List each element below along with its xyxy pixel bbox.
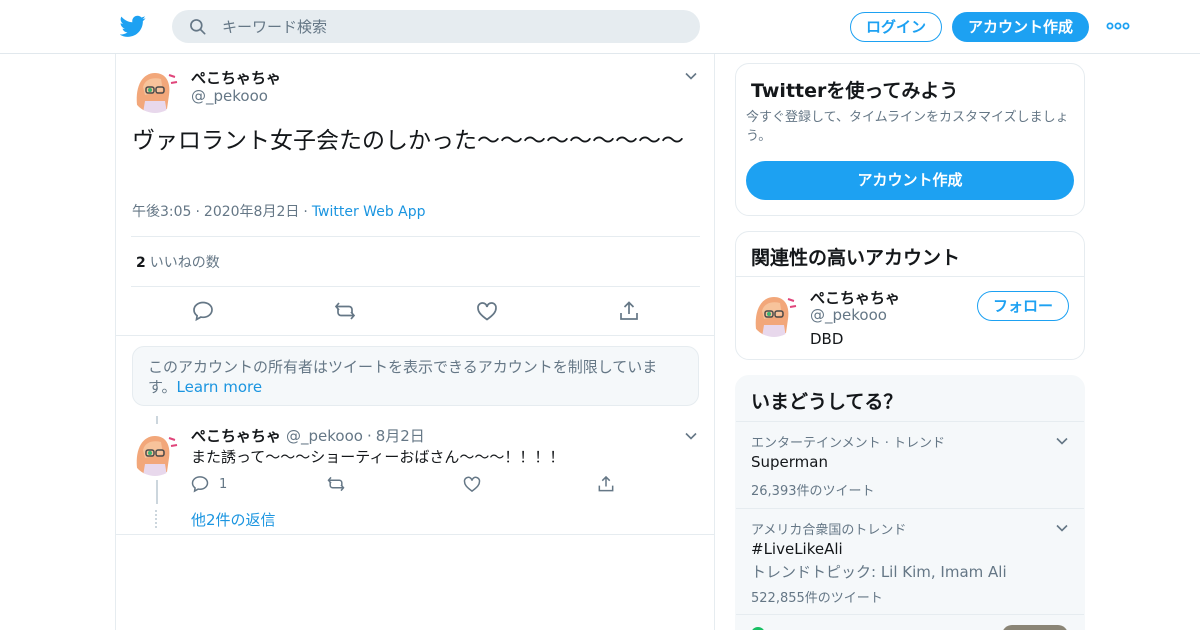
trend-count: 26,393件のツイート [751,484,875,499]
search-icon [190,19,206,35]
protected-account-notice: このアカウントの所有者はツイートを表示できるアカウントを制限しています。Lear… [132,346,699,406]
trend-name: #LiveLikeAli [751,540,843,558]
divider [116,335,714,336]
heart-icon[interactable] [462,474,482,494]
reply-icon[interactable] [190,474,210,494]
signup-card-subtitle: 今すぐ登録して、タイムラインをカスタマイズしましょう。 [746,110,1069,144]
likes-summary[interactable]: 2 いいねの数 [136,252,220,272]
reply-author-handle[interactable]: @_pekooo [286,427,363,445]
trend-description: トレンドトピック: Lil Kim, Imam Ali [751,563,1007,581]
avatar-illustration-icon [750,289,798,337]
main-column: ぺこちゃちゃ @_pekooo ヴァロラント女子会たのしかった～～～～～～～～～… [115,54,715,630]
avatar-illustration-icon [131,428,179,476]
follow-button[interactable]: フォロー [977,291,1069,321]
trend-thumbnail[interactable] [1002,625,1068,630]
related-account-name[interactable]: ぺこちゃちゃ [810,287,900,308]
tweet-source-link[interactable]: Twitter Web App [312,204,426,220]
search-box[interactable] [172,10,700,43]
share-icon[interactable] [617,299,641,323]
reply-avatar[interactable] [131,428,179,476]
reply-author-meta: @_pekooo · 8月2日 [286,427,425,445]
related-card-title: 関連性の高いアカウント [751,247,961,269]
trend-item[interactable]: エンターテインメント · トレンド Superman 26,393件のツイート [736,421,1084,508]
related-account-handle[interactable]: @_pekooo [810,306,887,324]
trend-count: 522,855件のツイート [751,591,883,606]
search-input[interactable] [222,10,682,43]
avatar[interactable] [131,65,179,113]
signup-button[interactable]: アカウント作成 [952,12,1089,42]
tweet-author-handle[interactable]: @_pekooo [191,87,268,105]
retweet-icon[interactable] [333,299,357,323]
trend-context: アメリカ合衆国のトレンド [751,523,907,538]
heart-icon[interactable] [475,299,499,323]
thread-line [156,480,158,504]
tweet-author-name[interactable]: ぺこちゃちゃ [191,67,281,88]
like-count: 2 [136,255,146,271]
related-avatar[interactable] [750,289,798,337]
divider [131,236,700,237]
reply-author-name[interactable]: ぺこちゃちゃ [191,425,281,446]
chevron-down-icon[interactable] [683,428,699,444]
tweet-time[interactable]: 午後3:05 [132,204,191,220]
divider [131,286,700,287]
divider [736,276,1084,277]
chevron-down-icon[interactable] [1054,433,1070,449]
reply-count: 1 [219,477,228,492]
thread-line [156,416,158,424]
signup-card-button[interactable]: アカウント作成 [746,161,1074,200]
chevron-down-icon[interactable] [683,68,699,84]
trend-name: Superman [751,453,828,471]
trend-item[interactable]: アメリカ合衆国のトレンド #LiveLikeAli トレンドトピック: Lil … [736,508,1084,614]
avatar-illustration-icon [131,65,179,113]
related-account-bio: DBD [810,330,844,348]
learn-more-link[interactable]: Learn more [177,378,263,396]
related-accounts-card: 関連性の高いアカウント ぺこちゃちゃ @_pekooo DBD フォロー [735,231,1085,360]
reply-text: また誘って〜〜〜ショーティーおばさん〜〜〜！！！！ [191,448,565,466]
retweet-icon[interactable] [326,474,346,494]
tweet-date[interactable]: 2020年8月2日 [204,204,299,220]
signup-card-title: Twitterを使ってみよう [751,80,959,102]
like-label: いいねの数 [149,255,220,271]
more-options-icon[interactable] [1106,18,1130,34]
login-button[interactable]: ログイン [850,12,942,42]
top-header: ログイン アカウント作成 [0,0,1200,54]
tweet-meta: 午後3:05 · 2020年8月2日 · Twitter Web App [132,204,426,220]
tweet-text: ヴァロラント女子会たのしかった～～～～～～～～～ [132,128,684,154]
share-icon[interactable] [596,474,616,494]
divider [116,534,714,535]
reply-date[interactable]: 8月2日 [376,427,425,445]
more-replies-link[interactable]: 他2件の返信 [191,509,276,530]
trends-card: いまどうしてる？ エンターテインメント · トレンド Superman 26,3… [735,375,1085,630]
thread-dots [155,510,159,528]
trend-item-partial[interactable] [736,614,1084,630]
reply-icon[interactable] [191,299,215,323]
trends-card-title: いまどうしてる？ [751,391,903,413]
signup-card: Twitterを使ってみよう 今すぐ登録して、タイムラインをカスタマイズしましょ… [735,63,1085,216]
twitter-bird-icon[interactable] [120,13,146,39]
chevron-down-icon[interactable] [1054,520,1070,536]
trend-context: エンターテインメント · トレンド [751,436,946,451]
